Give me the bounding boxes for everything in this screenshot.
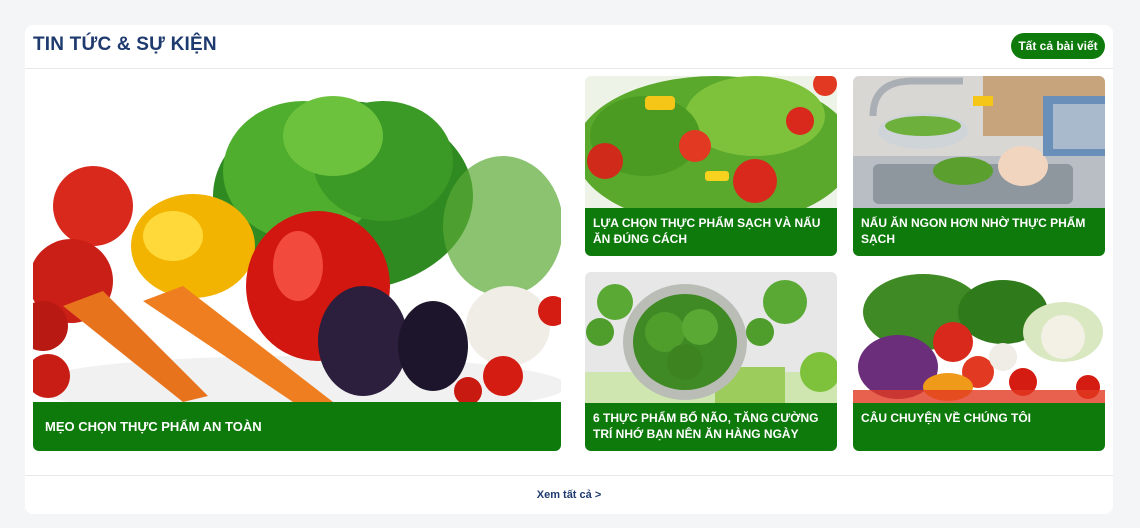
washing-vegetables-image [853, 76, 1105, 208]
article-card[interactable]: CÂU CHUYỆN VỀ CHÚNG TÔI [853, 272, 1105, 451]
article-title: LỰA CHỌN THỰC PHẨM SẠCH VÀ NẤU ĂN ĐÚNG C… [585, 208, 837, 256]
article-card[interactable]: 6 THỰC PHẨM BỔ NÃO, TĂNG CƯỜNG TRÍ NHỚ B… [585, 272, 837, 451]
salad-image [585, 76, 837, 208]
news-section: TIN TỨC & SỰ KIỆN Tất cả bài viết MẸO CH… [25, 25, 1113, 514]
article-title: NẤU ĂN NGON HƠN NHỜ THỰC PHẨM SẠCH [853, 208, 1105, 256]
section-title: TIN TỨC & SỰ KIỆN [33, 34, 217, 55]
vegetables-image [33, 76, 561, 402]
all-posts-button[interactable]: Tất cả bài viết [1011, 33, 1105, 59]
article-title: MẸO CHỌN THỰC PHẨM AN TOÀN [33, 402, 561, 451]
article-card[interactable]: LỰA CHỌN THỰC PHẨM SẠCH VÀ NẤU ĂN ĐÚNG C… [585, 76, 837, 256]
broccoli-image [585, 272, 837, 403]
article-title: 6 THỰC PHẨM BỔ NÃO, TĂNG CƯỜNG TRÍ NHỚ B… [585, 403, 837, 451]
featured-article-card[interactable]: MẸO CHỌN THỰC PHẨM AN TOÀN [33, 76, 561, 451]
article-card[interactable]: NẤU ĂN NGON HƠN NHỜ THỰC PHẨM SẠCH [853, 76, 1105, 256]
section-header: TIN TỨC & SỰ KIỆN Tất cả bài viết [25, 25, 1113, 69]
article-title: CÂU CHUYỆN VỀ CHÚNG TÔI [853, 403, 1105, 451]
section-footer: Xem tất cả > [25, 475, 1113, 515]
mixed-vegetables-image [853, 272, 1105, 403]
view-all-link[interactable]: Xem tất cả > [25, 489, 1113, 501]
